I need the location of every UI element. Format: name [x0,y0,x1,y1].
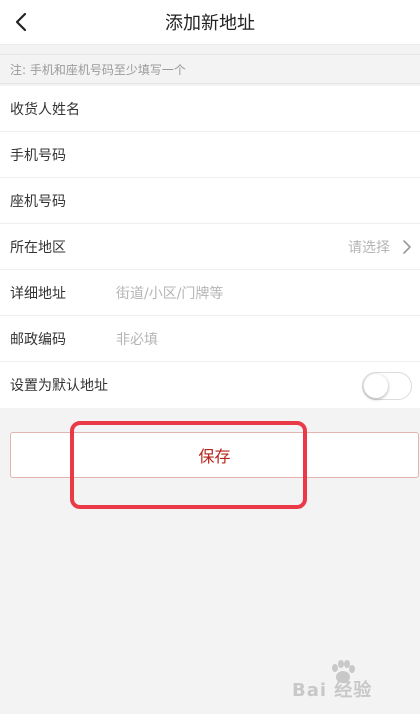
back-button[interactable] [6,6,38,38]
region-row[interactable]: 所在地区 请选择 [0,224,420,270]
region-selector[interactable]: 请选择 [348,224,412,270]
default-address-toggle[interactable] [362,372,412,400]
address-form: 收货人姓名 手机号码 座机号码 所在地区 请选择 详细地址 街道/小区/门牌等 … [0,86,420,408]
detail-address-label: 详细地址 [10,285,66,302]
chevron-left-icon [15,12,27,32]
phone-requirement-note: 注: 手机和座机号码至少填写一个 [0,54,420,84]
region-placeholder: 请选择 [348,240,390,256]
landline-number-row[interactable]: 座机号码 [0,178,420,224]
default-address-label: 设置为默认地址 [10,378,108,394]
watermark: Bai 经验 [292,660,396,704]
toggle-knob [364,374,388,398]
page-title: 添加新地址 [165,13,255,34]
postal-code-label: 邮政编码 [10,331,66,348]
detail-address-row[interactable]: 详细地址 街道/小区/门牌等 [0,270,420,316]
region-label: 所在地区 [10,239,66,256]
save-button-highlight [70,421,307,509]
recipient-name-label: 收货人姓名 [10,101,80,118]
landline-number-label: 座机号码 [10,193,66,210]
chevron-right-icon [403,240,411,254]
mobile-number-label: 手机号码 [10,147,66,164]
top-nav-bar: 添加新地址 [0,0,420,45]
detail-address-input[interactable]: 街道/小区/门牌等 [116,283,223,303]
postal-code-row[interactable]: 邮政编码 非必填 [0,316,420,362]
watermark-text: Bai 经验 [292,680,373,701]
postal-code-input[interactable]: 非必填 [116,329,158,349]
mobile-number-row[interactable]: 手机号码 [0,132,420,178]
default-address-row: 设置为默认地址 [0,362,420,408]
recipient-name-row[interactable]: 收货人姓名 [0,86,420,132]
